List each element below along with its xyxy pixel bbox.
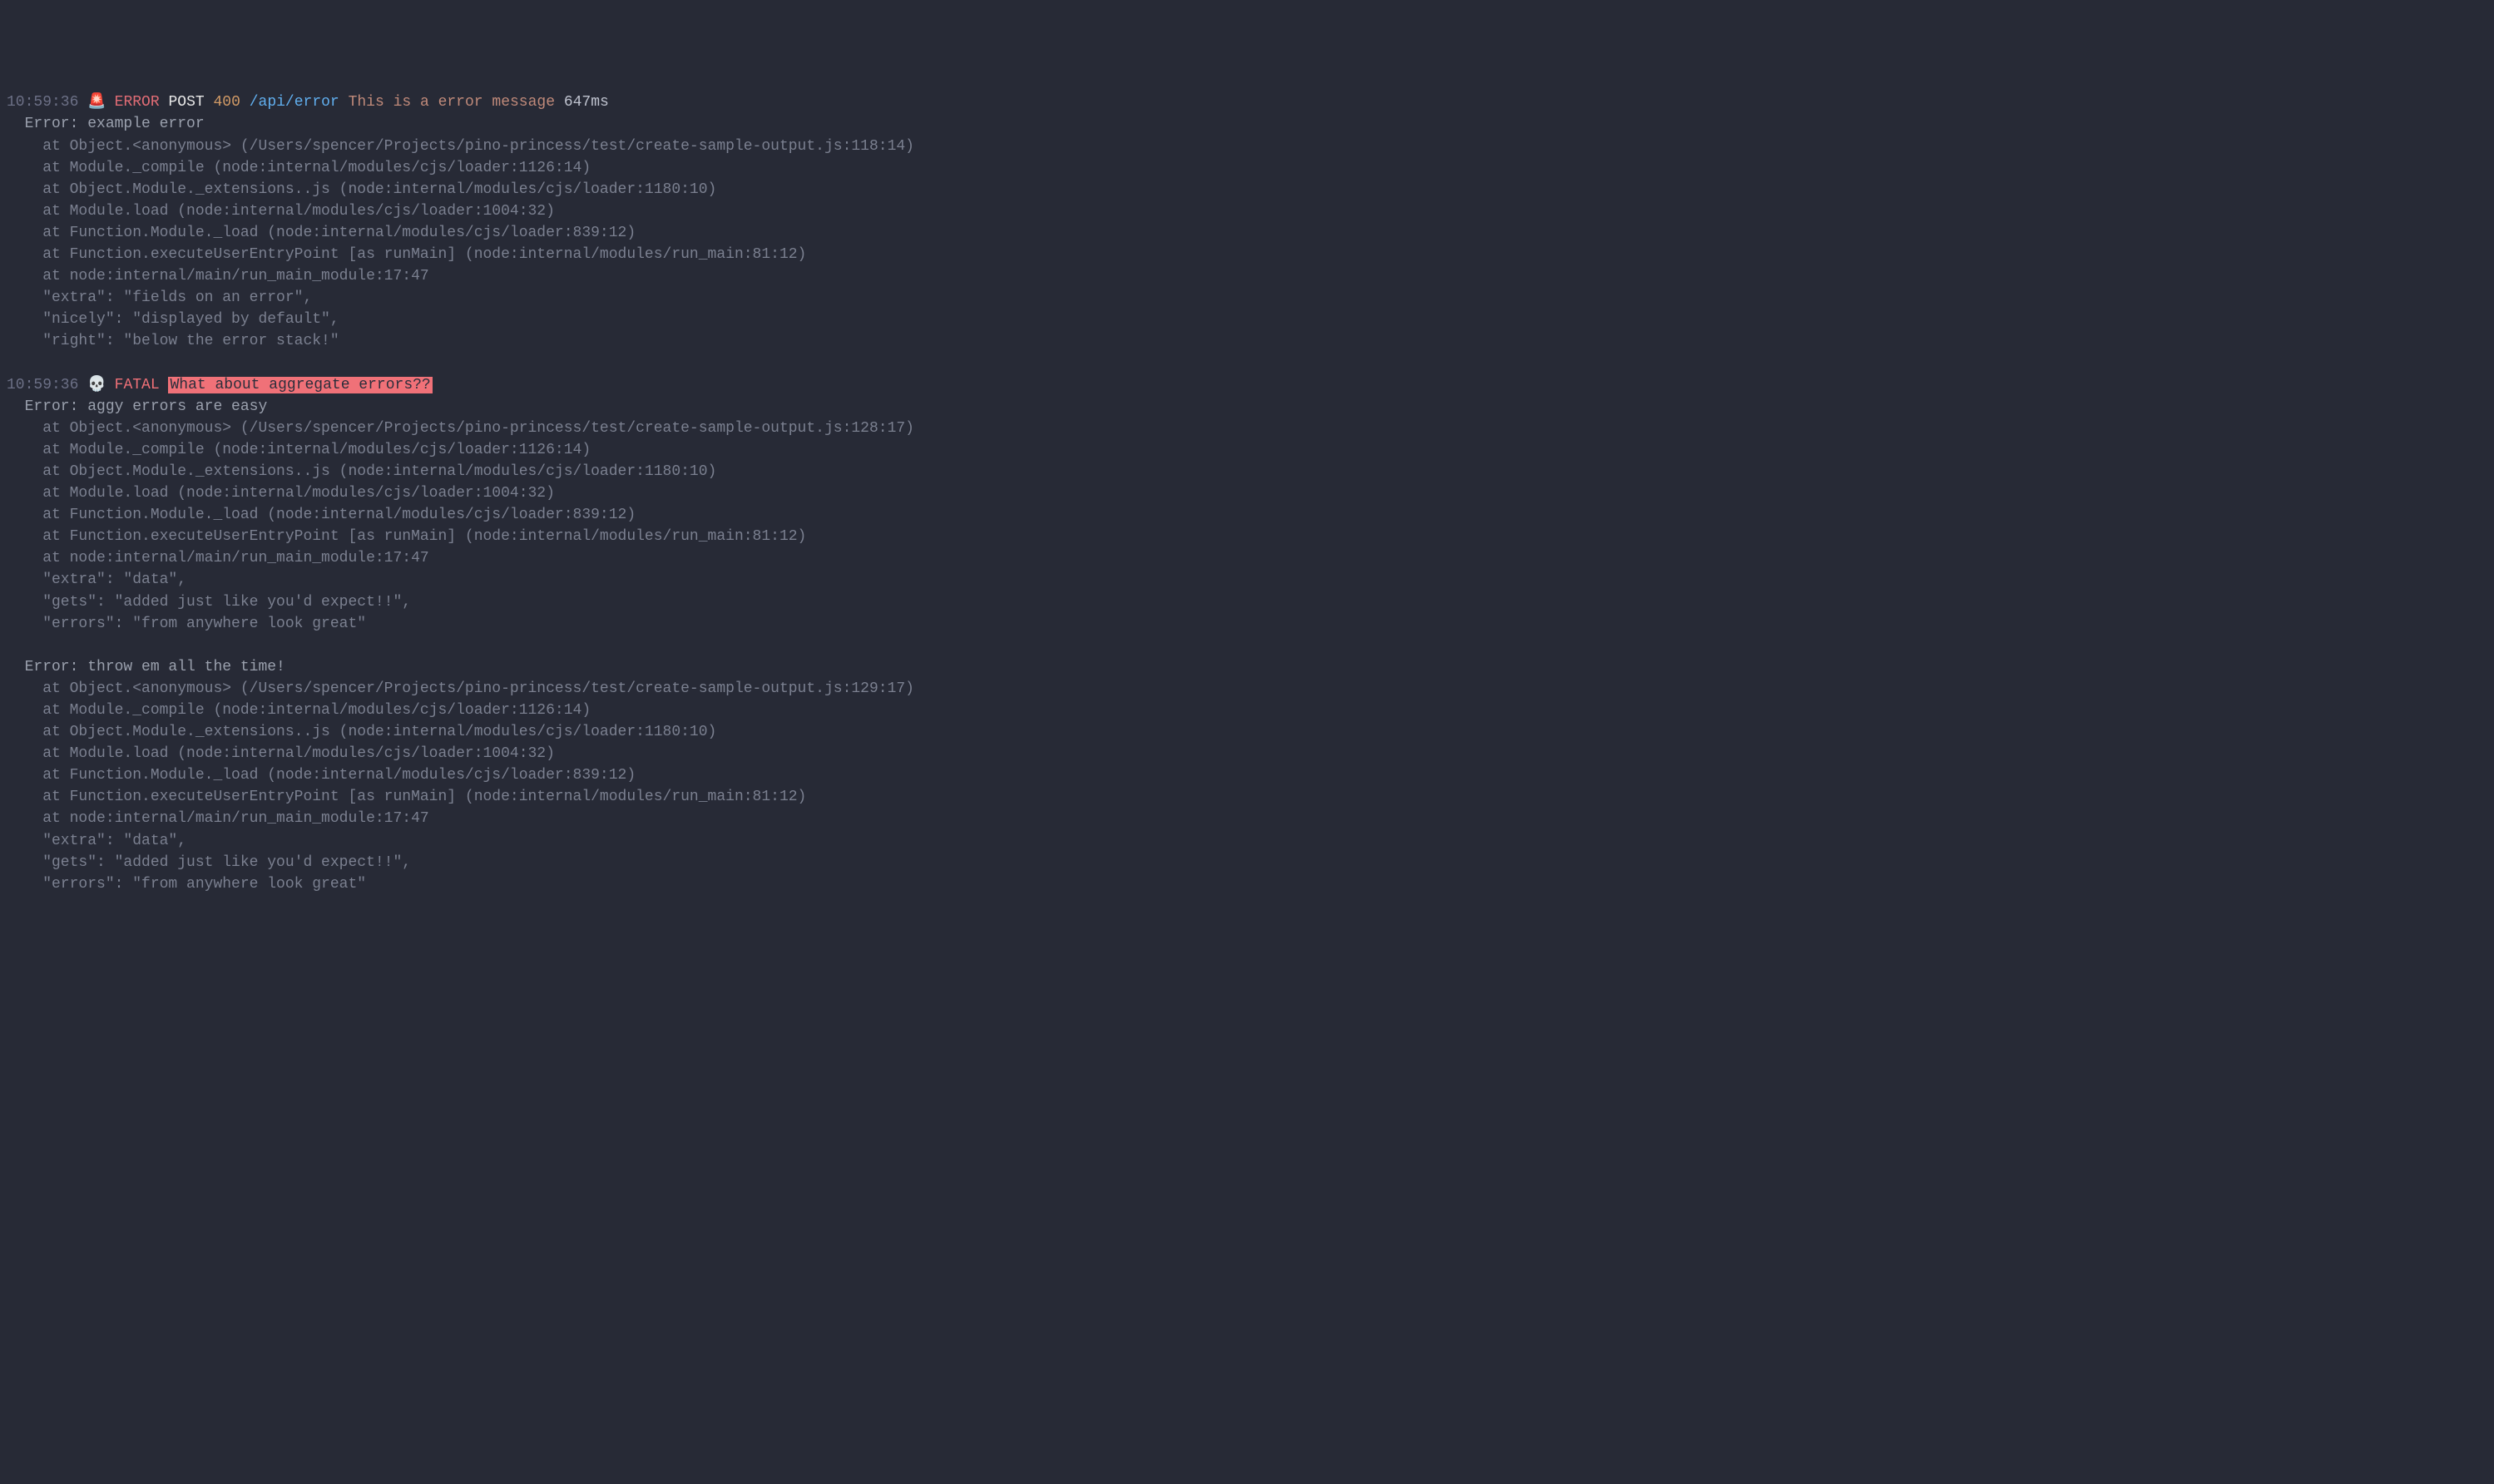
stack-frame-text: at Module._compile (node:internal/module… [7,160,591,176]
extra-field: "nicely": "displayed by default", [7,309,2487,330]
stack-frame-text: at Object.Module._extensions..js (node:i… [7,724,716,740]
stack-frame: at Object.Module._extensions..js (node:i… [7,461,2487,482]
extra-field-text: "extra": "fields on an error", [7,289,312,306]
stack-frame: at Module._compile (node:internal/module… [7,439,2487,461]
stack-frame: at node:internal/main/run_main_module:17… [7,547,2487,569]
log-level: ERROR [115,94,160,111]
log-message: This is a error message [349,94,555,111]
stack-frame: at Object.Module._extensions..js (node:i… [7,721,2487,743]
level-icon: 🚨 [87,92,106,113]
error-title-text: Error: example error [7,116,205,132]
error-title: Error: example error [7,113,2487,135]
extra-field-text: "gets": "added just like you'd expect!!"… [7,594,411,611]
stack-frame: at Object.<anonymous> (/Users/spencer/Pr… [7,418,2487,439]
log-message: What about aggregate errors?? [168,377,432,393]
stack-frame: at Object.<anonymous> (/Users/spencer/Pr… [7,678,2487,700]
stack-frame-text: at Function.executeUserEntryPoint [as ru… [7,246,806,263]
extra-field: "extra": "data", [7,569,2487,591]
stack-frame-text: at Function.Module._load (node:internal/… [7,767,636,784]
error-title-text: Error: aggy errors are easy [7,398,267,415]
extra-field-text: "gets": "added just like you'd expect!!"… [7,854,411,871]
stack-frame: at Object.Module._extensions..js (node:i… [7,179,2487,200]
stack-frame: at Object.<anonymous> (/Users/spencer/Pr… [7,136,2487,157]
stack-frame: at Module.load (node:internal/modules/cj… [7,200,2487,222]
extra-field: "errors": "from anywhere look great" [7,873,2487,895]
extra-field-text: "errors": "from anywhere look great" [7,876,366,893]
extra-field: "gets": "added just like you'd expect!!"… [7,591,2487,613]
extra-field: "errors": "from anywhere look great" [7,613,2487,635]
stack-frame: at Function.executeUserEntryPoint [as ru… [7,244,2487,265]
stack-frame-text: at Module.load (node:internal/modules/cj… [7,745,555,762]
extra-field-text: "extra": "data", [7,833,186,849]
extra-field-text: "nicely": "displayed by default", [7,311,339,328]
extra-field: "right": "below the error stack!" [7,330,2487,352]
stack-frame: at Function.executeUserEntryPoint [as ru… [7,526,2487,547]
http-method: POST [168,94,204,111]
stack-frame-text: at Object.<anonymous> (/Users/spencer/Pr… [7,680,914,697]
log-output: 10:59:36 🚨 ERROR POST 400 /api/error Thi… [7,92,2487,894]
stack-frame: at Function.Module._load (node:internal/… [7,504,2487,526]
stack-frame-text: at Module.load (node:internal/modules/cj… [7,203,555,220]
level-icon: 💀 [87,374,106,396]
stack-frame-text: at Function.executeUserEntryPoint [as ru… [7,789,806,805]
timestamp: 10:59:36 [7,377,78,393]
log-line [7,353,2487,374]
stack-frame-text: at Object.Module._extensions..js (node:i… [7,463,716,480]
stack-frame-text: at Module.load (node:internal/modules/cj… [7,485,555,502]
http-path: /api/error [250,94,339,111]
stack-frame-text: at Object.<anonymous> (/Users/spencer/Pr… [7,420,914,437]
log-entry-header: 10:59:36 💀 FATAL What about aggregate er… [7,374,2487,396]
extra-field-text: "right": "below the error stack!" [7,333,339,349]
stack-frame-text: at Function.Module._load (node:internal/… [7,507,636,523]
stack-frame-text: at Function.Module._load (node:internal/… [7,225,636,241]
duration: 647ms [564,94,609,111]
stack-frame: at Module.load (node:internal/modules/cj… [7,743,2487,764]
error-title: Error: aggy errors are easy [7,396,2487,418]
stack-frame-text: at Module._compile (node:internal/module… [7,702,591,719]
stack-frame-text: at Object.<anonymous> (/Users/spencer/Pr… [7,138,914,155]
extra-field-text: "errors": "from anywhere look great" [7,616,366,632]
error-title-text: Error: throw em all the time! [7,659,285,675]
timestamp: 10:59:36 [7,94,78,111]
log-line [7,635,2487,656]
stack-frame: at Function.Module._load (node:internal/… [7,222,2487,244]
log-entry-header: 10:59:36 🚨 ERROR POST 400 /api/error Thi… [7,92,2487,113]
stack-frame: at node:internal/main/run_main_module:17… [7,265,2487,287]
stack-frame: at Module._compile (node:internal/module… [7,157,2487,179]
http-status: 400 [214,94,240,111]
stack-frame: at Function.executeUserEntryPoint [as ru… [7,786,2487,808]
stack-frame-text: at Object.Module._extensions..js (node:i… [7,181,716,198]
extra-field: "extra": "data", [7,830,2487,852]
stack-frame: at Module._compile (node:internal/module… [7,700,2487,721]
stack-frame-text: at node:internal/main/run_main_module:17… [7,810,429,827]
stack-frame-text: at node:internal/main/run_main_module:17… [7,550,429,566]
extra-field: "gets": "added just like you'd expect!!"… [7,852,2487,873]
stack-frame: at node:internal/main/run_main_module:17… [7,808,2487,829]
error-title: Error: throw em all the time! [7,656,2487,678]
stack-frame-text: at node:internal/main/run_main_module:17… [7,268,429,284]
stack-frame-text: at Module._compile (node:internal/module… [7,442,591,458]
extra-field-text: "extra": "data", [7,571,186,588]
log-level: FATAL [115,377,160,393]
stack-frame-text: at Function.executeUserEntryPoint [as ru… [7,528,806,545]
stack-frame: at Module.load (node:internal/modules/cj… [7,482,2487,504]
stack-frame: at Function.Module._load (node:internal/… [7,764,2487,786]
extra-field: "extra": "fields on an error", [7,287,2487,309]
